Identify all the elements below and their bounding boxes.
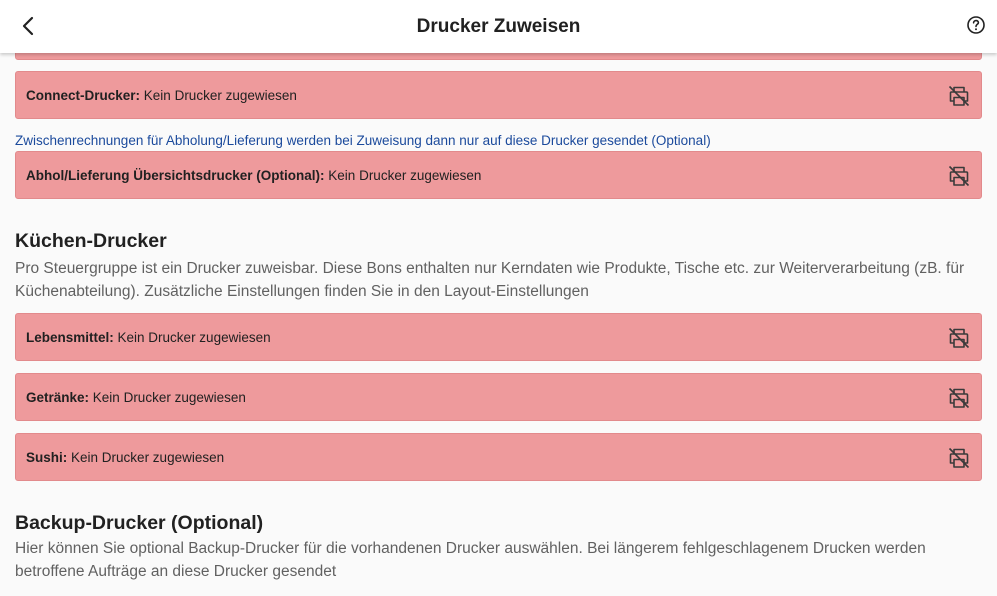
kitchen-printer-text: Getränke: Kein Drucker zugewiesen [26, 390, 246, 405]
scroll-content[interactable]: Connect-Drucker: Kein Drucker zugewiesen… [0, 0, 997, 596]
kitchen-printer-label: Lebensmittel: [26, 330, 114, 345]
kitchen-printer-text: Sushi: Kein Drucker zugewiesen [26, 450, 224, 465]
connect-printer-label: Connect-Drucker: [26, 88, 141, 103]
kitchen-printer-card-sushi[interactable]: Sushi: Kein Drucker zugewiesen [15, 433, 982, 481]
printer-off-icon [948, 165, 970, 187]
app-bar: Drucker Zuweisen [0, 0, 997, 53]
connect-printer-text: Connect-Drucker: Kein Drucker zugewiesen [26, 88, 297, 103]
printer-off-icon [948, 85, 970, 107]
kitchen-printer-value: Kein Drucker zugewiesen [71, 450, 225, 465]
pickup-printer-label: Abhol/Lieferung Übersichtsdrucker (Optio… [26, 168, 325, 183]
pickup-printer-note[interactable]: Zwischenrechnungen für Abholung/Lieferun… [15, 133, 711, 148]
printer-off-icon [948, 327, 970, 349]
printer-off-icon [948, 387, 970, 409]
backup-printers-description: Hier können Sie optional Backup-Drucker … [15, 540, 926, 580]
kitchen-printer-value: Kein Drucker zugewiesen [92, 390, 246, 405]
kitchen-printer-card-food[interactable]: Lebensmittel: Kein Drucker zugewiesen [15, 313, 982, 361]
kitchen-printers-description: Pro Steuergruppe ist ein Drucker zuweisb… [15, 260, 965, 300]
kitchen-printer-value: Kein Drucker zugewiesen [117, 330, 271, 345]
pickup-printer-card[interactable]: Abhol/Lieferung Übersichtsdrucker (Optio… [15, 151, 982, 199]
connect-printer-card[interactable]: Connect-Drucker: Kein Drucker zugewiesen [15, 71, 982, 119]
kitchen-printers-heading: Küchen-Drucker [15, 230, 167, 252]
kitchen-printer-card-drinks[interactable]: Getränke: Kein Drucker zugewiesen [15, 373, 982, 421]
pickup-printer-text: Abhol/Lieferung Übersichtsdrucker (Optio… [26, 168, 481, 183]
kitchen-printer-label: Sushi: [26, 450, 68, 465]
page-title: Drucker Zuweisen [416, 16, 581, 37]
backup-printers-heading: Backup-Drucker (Optional) [15, 512, 264, 534]
help-circle-icon[interactable] [966, 15, 986, 35]
printer-off-icon [948, 447, 970, 469]
kitchen-printer-text: Lebensmittel: Kein Drucker zugewiesen [26, 330, 271, 345]
pickup-printer-value: Kein Drucker zugewiesen [328, 168, 482, 183]
kitchen-printer-label: Getränke: [26, 390, 90, 405]
connect-printer-value: Kein Drucker zugewiesen [143, 88, 297, 103]
